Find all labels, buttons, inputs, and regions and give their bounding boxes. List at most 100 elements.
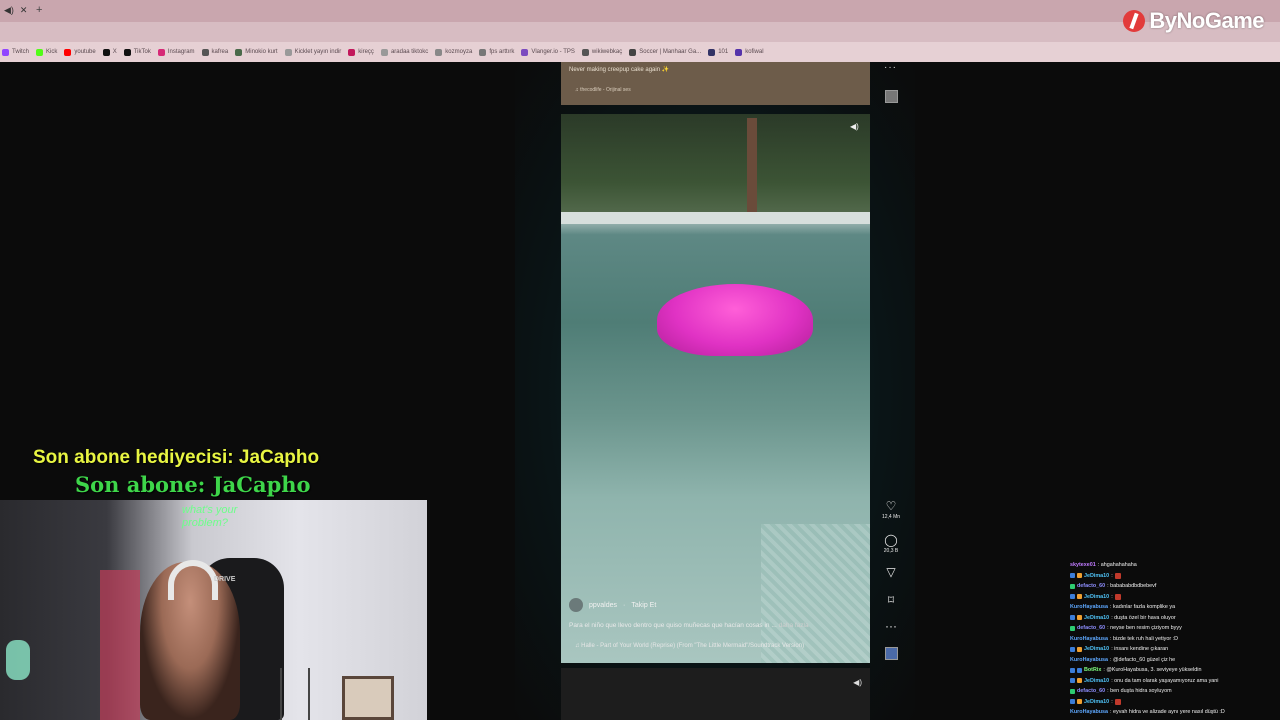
current-author-avatar[interactable] (885, 647, 898, 660)
bookmark-favicon-icon (479, 48, 487, 56)
chat-text: : onu da tam olarak yaşayamıyoruz ama ya… (1111, 677, 1219, 684)
bookmark-favicon-icon (629, 48, 637, 56)
bookmark-item[interactable]: Soccer | Manhaar Ga... (629, 48, 701, 56)
chat-username[interactable]: JeDima10 (1084, 676, 1109, 687)
bookmark-favicon-icon (123, 48, 131, 56)
save-action[interactable]: ⌑ (878, 594, 904, 606)
bookmark-item[interactable]: TikTok (123, 48, 151, 56)
chat-badge-icon[interactable] (1077, 678, 1082, 684)
chat-badge-icon[interactable] (1070, 625, 1075, 631)
chat-username[interactable]: JeDima10 (1084, 644, 1109, 655)
author-avatar[interactable] (569, 598, 583, 612)
chat-badge-icon[interactable] (1077, 594, 1082, 600)
previous-video-sound[interactable]: ♫ thecodlife - Orijinal ses (575, 87, 631, 93)
chat-username[interactable]: skytexe01 (1070, 560, 1096, 571)
previous-video-card[interactable]: Never making creepup cake again ✨ ♫ thec… (561, 62, 870, 105)
chat-message: KuroHayabusa: kadınlar fazla komplike ya (1070, 602, 1280, 613)
chat-badge-icon[interactable] (1070, 667, 1075, 673)
chat-username[interactable]: JeDima10 (1084, 613, 1109, 624)
bookmark-label: kofiwal (745, 49, 764, 55)
comment-icon[interactable]: ◯ (884, 534, 897, 546)
bookmark-icon[interactable]: ⌑ (888, 594, 894, 606)
comment-action[interactable]: ◯ 20,3 B (878, 534, 904, 554)
author-name[interactable]: ppvaldes (589, 602, 617, 609)
follow-button[interactable]: Takip Et (631, 602, 656, 609)
bookmark-item[interactable]: 101 (708, 48, 729, 56)
chat-emote-icon (1114, 572, 1121, 579)
chat-badge-icon[interactable] (1070, 573, 1075, 579)
chat-badge-icon[interactable] (1077, 573, 1082, 579)
address-bar[interactable] (0, 22, 1280, 42)
chat-message: skytexe01: ahgahahahaha (1070, 560, 1280, 571)
chat-badge-icon[interactable] (1070, 594, 1075, 600)
chat-badge-icon[interactable] (1077, 615, 1082, 621)
bookmark-item[interactable]: youtube (64, 48, 96, 56)
heart-icon[interactable]: ♡ (886, 500, 897, 512)
video-player[interactable]: ◀) ppvaldes · Takip Et Para el niño que … (561, 114, 870, 663)
bookmark-item[interactable]: kofiwal (735, 48, 764, 56)
bookmark-item[interactable]: X (102, 48, 117, 56)
bookmark-item[interactable]: kireçç (348, 48, 374, 56)
chat-emote-icon (1114, 698, 1121, 705)
more-options-icon[interactable]: ··· (885, 620, 897, 632)
chat-username[interactable]: defacto_60 (1077, 686, 1105, 697)
bookmark-label: 101 (718, 49, 729, 55)
chat-username[interactable]: KuroHayabusa (1070, 655, 1108, 666)
chat-username[interactable]: KuroHayabusa (1070, 707, 1108, 718)
bookmark-item[interactable]: Twitch (2, 48, 29, 56)
see-more-link[interactable]: daha fazla (779, 622, 809, 629)
chat-badge-icon[interactable] (1070, 678, 1075, 684)
neon-sign: what's your problem? (182, 504, 238, 529)
chat-username[interactable]: BotRix (1084, 665, 1101, 676)
previous-author-avatar[interactable] (885, 90, 898, 103)
chat-text: : @KuroHayabusa, 3. seviyeye yükseldin (1103, 667, 1202, 673)
mute-icon[interactable]: ◀) (850, 122, 862, 132)
more-options-icon[interactable]: ··· (884, 62, 897, 73)
tab-controls[interactable]: ◀) ✕ (4, 5, 27, 16)
chat-username[interactable]: KuroHayabusa (1070, 634, 1108, 645)
chat-username[interactable]: KuroHayabusa (1070, 602, 1108, 613)
bookmark-item[interactable]: fps arttırk (479, 48, 514, 56)
like-action[interactable]: ♡ 12,4 Mn (878, 500, 904, 520)
previous-video-caption: Never making creepup cake again ✨ (569, 67, 670, 73)
chat-username[interactable]: JeDima10 (1084, 592, 1109, 603)
chat-badge-icon[interactable] (1077, 646, 1082, 652)
chat-message: JeDima10: (1070, 592, 1280, 603)
chat-text: : babababdbdbebevf (1107, 583, 1157, 589)
share-icon[interactable]: ▽ (886, 566, 895, 578)
bookmark-item[interactable]: Kick (36, 48, 57, 56)
bookmark-item[interactable]: Instagram (157, 48, 195, 56)
bookmark-item[interactable]: wikiwebkaç (581, 48, 622, 56)
chat-badge-icon[interactable] (1077, 667, 1082, 673)
video-song[interactable]: ♫ Halle - Part of Your World (Reprise) (… (575, 643, 804, 649)
bookmark-label: aradaa tiktokc (390, 49, 429, 55)
bookmark-item[interactable]: Vlanger.io - TPS (521, 48, 575, 56)
more-action[interactable]: ··· (878, 620, 904, 632)
mute-icon[interactable]: ◀) (853, 678, 862, 687)
bookmark-item[interactable]: kafrea (201, 48, 229, 56)
bookmark-item[interactable]: Kicklet yayın indir (284, 48, 341, 56)
share-action[interactable]: ▽ (878, 566, 904, 578)
chat-badge-icon[interactable] (1070, 583, 1075, 589)
chat-badge-icon[interactable] (1070, 699, 1075, 705)
chat-username[interactable]: JeDima10 (1084, 571, 1109, 582)
bookmark-item[interactable]: aradaa tiktokc (380, 48, 429, 56)
video-scene-pillar (747, 118, 757, 212)
bookmark-label: kafrea (211, 49, 229, 55)
chat-badge-icon[interactable] (1077, 699, 1082, 705)
next-video-card[interactable]: ◀) (561, 668, 870, 720)
close-tab-icon[interactable]: ✕ (20, 5, 28, 16)
chat-username[interactable]: defacto_60 (1077, 623, 1105, 634)
chat-badge-icon[interactable] (1070, 646, 1075, 652)
new-tab-icon[interactable]: + (36, 4, 42, 16)
bookmark-favicon-icon (64, 48, 72, 56)
bookmark-item[interactable]: kozmoyza (435, 48, 472, 56)
chat-badge-icon[interactable] (1070, 688, 1075, 694)
chat-badge-icon[interactable] (1070, 615, 1075, 621)
bookmark-item[interactable]: Minokio kurt (235, 48, 278, 56)
chat-text: : eyvah hidra ve alizade aynı yere nasıl… (1110, 709, 1225, 715)
chat-username[interactable]: defacto_60 (1077, 581, 1105, 592)
speaker-icon[interactable]: ◀) (4, 5, 14, 16)
bookmarks-bar: Twitch Kick youtube X TikTok Instagram kafrea M… (0, 42, 1280, 62)
chat-username[interactable]: JeDima10 (1084, 697, 1109, 708)
